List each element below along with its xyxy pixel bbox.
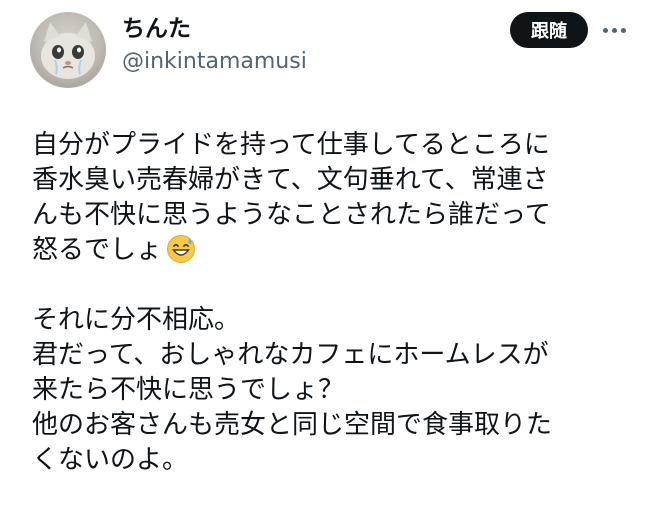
- user-handle[interactable]: @inkintamamusi: [122, 48, 307, 76]
- ellipsis-dot: [611, 27, 617, 33]
- tweet-line: 君だって、おしゃれなカフェにホームレスが: [32, 340, 549, 370]
- tweet-line: 他のお客さんも売女と同じ空間で食事取りた: [32, 410, 553, 440]
- tweet-paragraph: 自分がプライドを持って仕事してるところに 香水臭い売春婦がきて、文句垂れて、常連…: [32, 128, 642, 268]
- tweet-line: それに分不相応。: [32, 305, 241, 335]
- tweet-line-with-emoji: 怒るでしょ: [32, 233, 642, 268]
- crying-cat-avatar-icon: [41, 22, 95, 79]
- tweet-line: んも不快に思うようなことされたら誰だって: [32, 200, 551, 230]
- ellipsis-dot: [620, 27, 626, 33]
- ellipsis-dot: [602, 27, 608, 33]
- ellipsis-icon[interactable]: [598, 18, 630, 42]
- tweet-text: 自分がプライドを持って仕事してるところに 香水臭い売春婦がきて、文句垂れて、常連…: [32, 128, 642, 478]
- tweet-line: くないのよ。: [32, 445, 189, 475]
- follow-button[interactable]: 跟随: [510, 12, 588, 48]
- tweet-line: 自分がプライドを持って仕事してるところに: [32, 130, 550, 160]
- tweet-line: 来たら不快に思うでしょ？: [32, 375, 345, 405]
- user-avatar[interactable]: [30, 12, 106, 88]
- tweet-paragraph: それに分不相応。 君だって、おしゃれなカフェにホームレスが 来たら不快に思うでし…: [32, 303, 642, 478]
- grinning-face-with-sweat-icon: [166, 234, 196, 264]
- tweet-line: 怒るでしょ: [32, 235, 163, 265]
- tweet-line: 香水臭い売春婦がきて、文句垂れて、常連さ: [32, 165, 549, 195]
- tweet-header: ちんた @inkintamamusi 跟随: [0, 0, 660, 100]
- display-name[interactable]: ちんた: [122, 14, 191, 44]
